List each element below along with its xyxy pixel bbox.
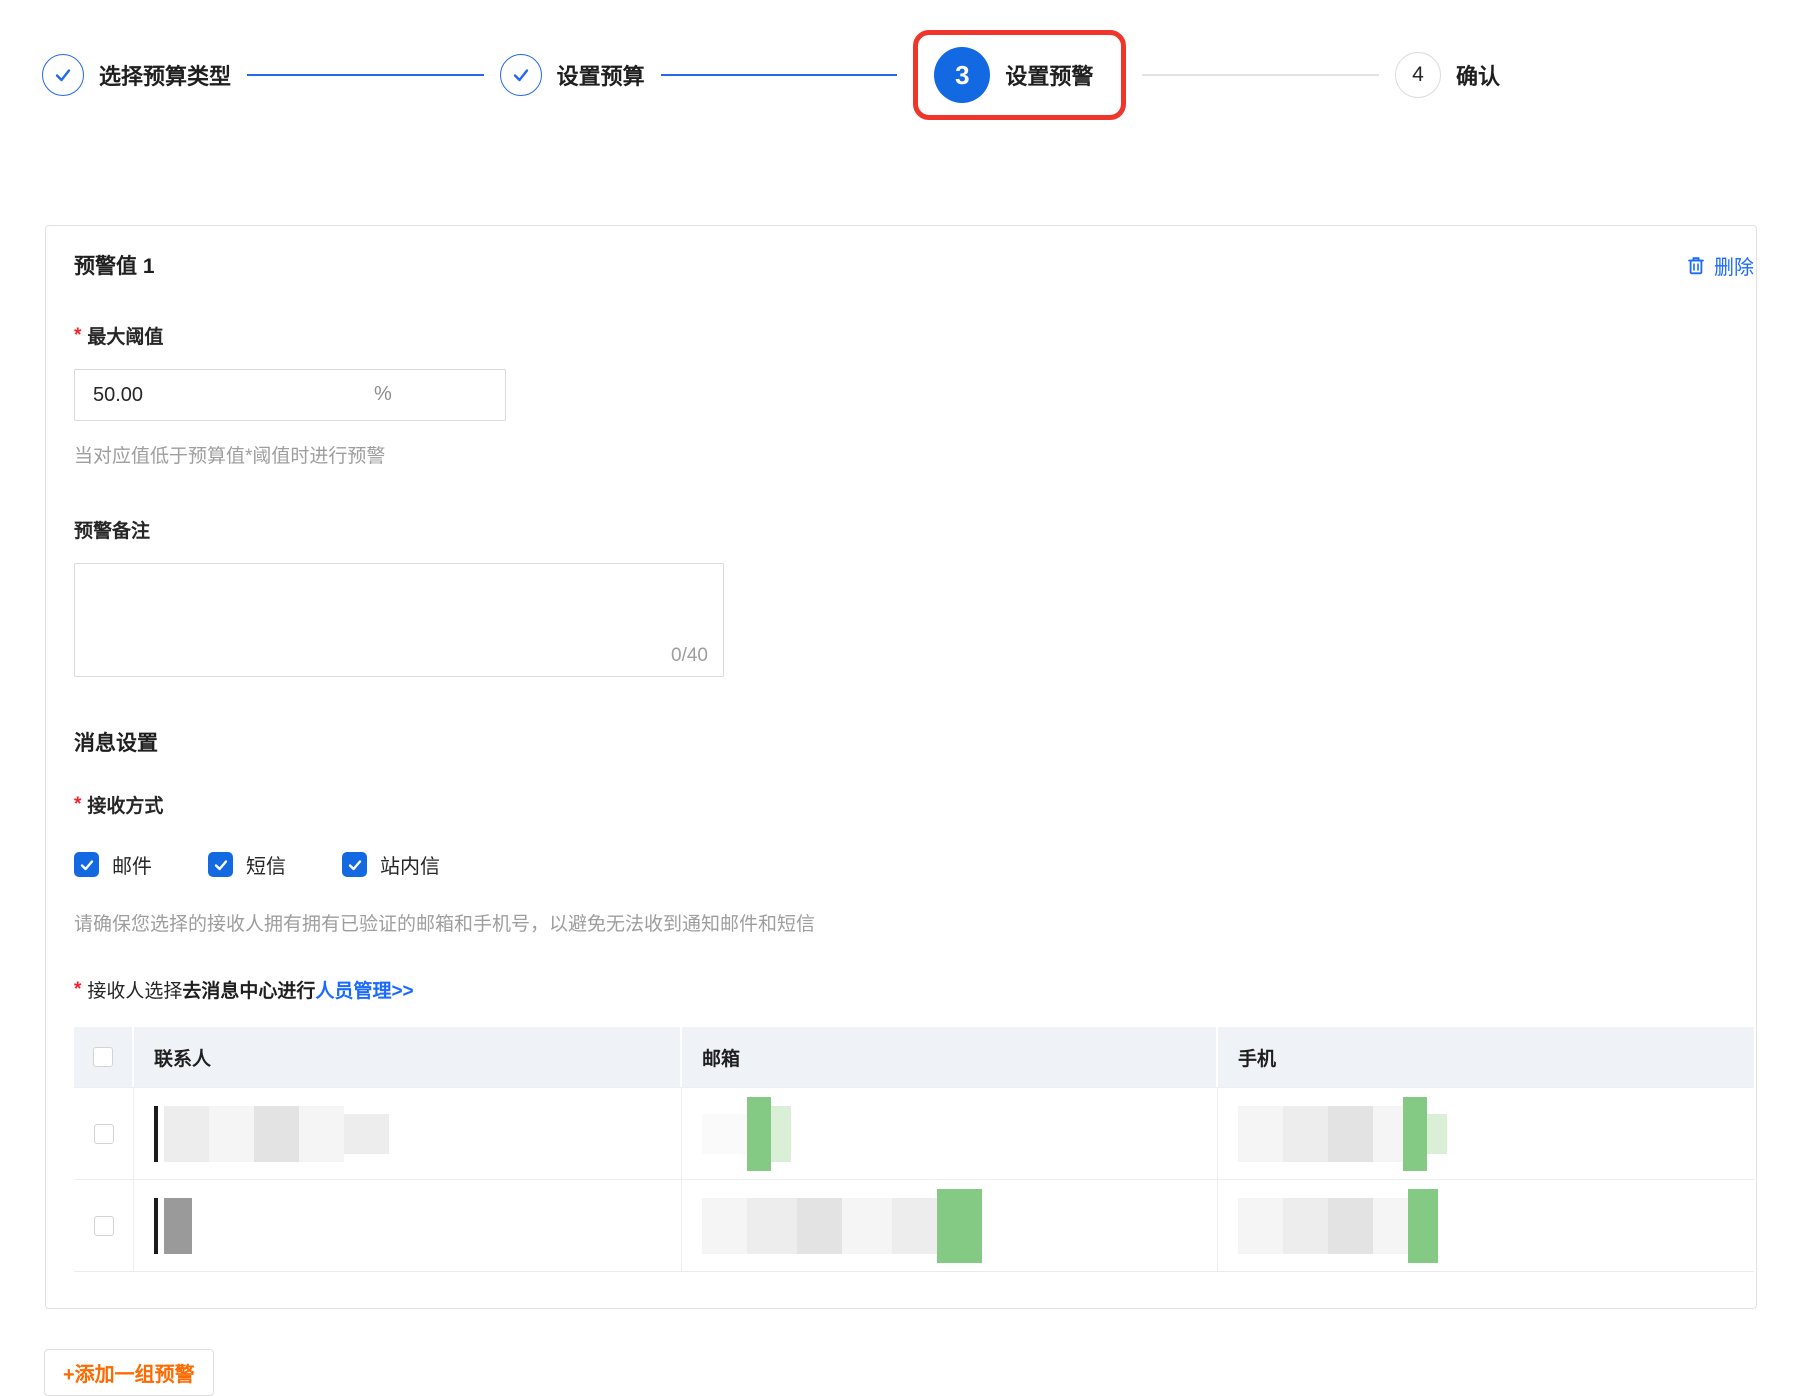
contact-cell-redacted [134, 1088, 682, 1179]
checkbox-checked-icon[interactable] [342, 852, 367, 877]
checkbox-checked-icon[interactable] [74, 852, 99, 877]
step-label: 设置预算 [556, 64, 645, 89]
column-header-contact: 联系人 [134, 1027, 682, 1087]
table-header-row: 联系人 邮箱 手机 [74, 1027, 1754, 1087]
phone-cell-redacted [1218, 1088, 1754, 1179]
check-icon [513, 69, 528, 82]
table-row[interactable] [74, 1087, 1754, 1179]
alert-card-title: 预警值 1 [74, 255, 155, 278]
delete-label: 删除 [1714, 256, 1754, 279]
checkbox-label: 站内信 [380, 856, 440, 878]
trash-icon [1688, 256, 1704, 274]
delete-alert-button[interactable]: 删除 [1686, 251, 1754, 280]
recipient-table: 联系人 邮箱 手机 [74, 1027, 1754, 1272]
remark-textarea[interactable] [74, 563, 724, 677]
threshold-unit: % [374, 383, 392, 405]
required-asterisk: * [74, 793, 82, 815]
checkbox-label: 短信 [246, 856, 286, 878]
message-settings-title: 消息设置 [74, 732, 158, 755]
step-label: 设置预警 [1005, 64, 1094, 89]
required-asterisk: * [74, 978, 82, 1000]
receive-option-inbox[interactable]: 站内信 [342, 850, 440, 879]
member-management-link[interactable]: 人员管理>> [315, 976, 413, 1003]
checkbox-label: 邮件 [112, 856, 152, 878]
step-3-set-alert[interactable]: 3 设置预警 [934, 47, 1093, 103]
recipient-label: 接收人选择 [87, 981, 183, 1002]
red-annotation-box: 3 设置预警 [913, 30, 1127, 120]
remark-label: 预警备注 [74, 521, 151, 542]
step-done-circle [42, 54, 84, 96]
wizard-stepper: 选择预算类型 设置预算 3 设置预警 4 确认 [42, 30, 1800, 120]
receive-option-mail[interactable]: 邮件 [74, 850, 152, 879]
row-checkbox[interactable] [93, 1215, 114, 1236]
step-pending-circle: 4 [1394, 52, 1441, 98]
step-done-circle [499, 54, 542, 96]
step-1-budget-type[interactable]: 选择预算类型 [42, 54, 231, 96]
alert-value-card: 预警值 1 删除 * 最大阈值 % 当对应值低于预算值*阈值时进行预警 预警备注… [45, 225, 1757, 1309]
required-asterisk: * [74, 324, 82, 346]
threshold-hint: 当对应值低于预算值*阈值时进行预警 [74, 446, 386, 467]
stepper-connector [1142, 74, 1379, 76]
remark-counter: 0/40 [671, 645, 708, 666]
select-all-checkbox[interactable] [93, 1047, 113, 1067]
step-2-set-budget[interactable]: 设置预算 [499, 54, 645, 96]
recipient-select-line: * 接收人选择 去消息中心进行 人员管理>> [74, 976, 1754, 1003]
row-checkbox[interactable] [93, 1123, 114, 1144]
contact-cell-redacted [134, 1180, 682, 1271]
add-alert-group-button[interactable]: +添加一组预警 [44, 1349, 214, 1396]
column-header-email: 邮箱 [682, 1027, 1218, 1087]
step-4-confirm[interactable]: 4 确认 [1394, 52, 1500, 98]
step-label: 确认 [1455, 64, 1500, 89]
table-row[interactable] [74, 1179, 1754, 1271]
threshold-input[interactable] [74, 369, 506, 421]
receive-option-sms[interactable]: 短信 [208, 850, 286, 879]
receive-method-options: 邮件 短信 站内信 [74, 850, 1754, 879]
checkbox-checked-icon[interactable] [208, 852, 233, 877]
stepper-connector [247, 74, 484, 76]
check-icon [55, 69, 71, 82]
select-all-cell [74, 1027, 134, 1087]
step-label: 选择预算类型 [99, 64, 232, 89]
column-header-phone: 手机 [1238, 1048, 1277, 1070]
receive-note: 请确保您选择的接收人拥有拥有已验证的邮箱和手机号，以避免无法收到通知邮件和短信 [74, 914, 816, 935]
email-cell-redacted [682, 1088, 1218, 1179]
threshold-label: 最大阈值 [87, 327, 164, 348]
recipient-prefix: 去消息中心进行 [182, 981, 316, 1002]
phone-cell-redacted [1218, 1180, 1754, 1271]
email-cell-redacted [682, 1180, 1218, 1271]
receive-method-label: 接收方式 [87, 796, 164, 817]
stepper-connector [660, 74, 898, 76]
step-current-circle: 3 [934, 47, 991, 103]
